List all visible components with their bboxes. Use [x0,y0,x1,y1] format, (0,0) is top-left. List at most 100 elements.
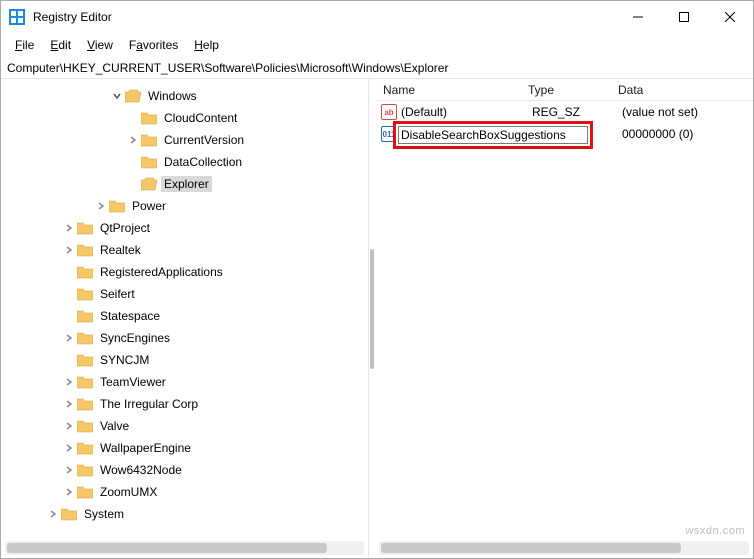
folder-icon [77,331,93,345]
tree-label: Valve [97,418,132,434]
folder-open-icon [125,89,141,103]
tree-label: ZoomUMX [97,484,160,500]
tree-label: SyncEngines [97,330,173,346]
maximize-button[interactable] [661,1,707,33]
tree-node-statespace[interactable]: Statespace [1,305,368,327]
menu-file[interactable]: File [9,36,40,54]
menu-favorites[interactable]: Favorites [123,36,184,54]
tree-node-syncengines[interactable]: SyncEngines [1,327,368,349]
string-value-icon: ab [381,104,397,120]
folder-icon [77,441,93,455]
tree-label: RegisteredApplications [97,264,226,280]
column-data[interactable]: Data [610,81,753,99]
values-hscrollbar[interactable] [379,541,749,555]
tree-label: Realtek [97,242,144,258]
chevron-right-icon[interactable] [61,334,77,342]
tree-label: CloudContent [161,110,240,126]
tree-node-windows[interactable]: Windows [1,85,368,107]
folder-icon [77,485,93,499]
tree-label: QtProject [97,220,153,236]
folder-icon [77,353,93,367]
folder-icon [77,397,93,411]
folder-icon [77,419,93,433]
value-row-default[interactable]: ab (Default) REG_SZ (value not set) [375,101,753,123]
tree-label: SYNCJM [97,352,152,368]
folder-icon [77,375,93,389]
chevron-right-icon[interactable] [61,378,77,386]
tree-hscrollbar[interactable] [5,541,364,555]
chevron-right-icon[interactable] [61,246,77,254]
tree-node-teamviewer[interactable]: TeamViewer [1,371,368,393]
value-rename-input[interactable] [398,126,588,144]
tree-node-wow64[interactable]: Wow6432Node [1,459,368,481]
values-pane: Name Type Data ab (Default) REG_SZ (valu… [375,79,753,557]
tree-label: Windows [145,88,200,104]
watermark: wsxdn.com [685,525,745,537]
cell-type: REG_SZ [532,105,622,119]
folder-icon [77,265,93,279]
tree-node-zoom[interactable]: ZoomUMX [1,481,368,503]
tree-label: Statespace [97,308,163,324]
regedit-icon [9,9,25,25]
tree-node-irregular[interactable]: The Irregular Corp [1,393,368,415]
folder-icon [109,199,125,213]
tree-label: Wow6432Node [97,462,185,478]
tree-node-regapps[interactable]: RegisteredApplications [1,261,368,283]
chevron-right-icon[interactable] [125,136,141,144]
chevron-right-icon[interactable] [61,444,77,452]
chevron-right-icon[interactable] [61,400,77,408]
chevron-right-icon[interactable] [45,510,61,518]
folder-icon [61,507,77,521]
tree-label: Power [129,198,169,214]
tree-node-wallpaper[interactable]: WallpaperEngine [1,437,368,459]
tree-node-datacollection[interactable]: DataCollection [1,151,368,173]
tree-label: DataCollection [161,154,245,170]
tree-label: Seifert [97,286,138,302]
tree-node-valve[interactable]: Valve [1,415,368,437]
tree-node-realtek[interactable]: Realtek [1,239,368,261]
tree-node-system[interactable]: System [1,503,368,525]
folder-icon [77,221,93,235]
tree-label: TeamViewer [97,374,169,390]
chevron-right-icon[interactable] [93,202,109,210]
folder-icon [141,111,157,125]
folder-icon [77,287,93,301]
chevron-right-icon[interactable] [61,224,77,232]
chevron-right-icon[interactable] [61,488,77,496]
chevron-right-icon[interactable] [61,466,77,474]
titlebar: Registry Editor [1,1,753,33]
cell-data: 00000000 (0) [622,127,753,141]
rename-highlight [393,121,593,149]
tree-label: WallpaperEngine [97,440,194,456]
cell-data: (value not set) [622,105,753,119]
folder-icon [77,309,93,323]
folder-icon [141,133,157,147]
tree-node-explorer[interactable]: Explorer [1,173,368,195]
chevron-right-icon[interactable] [61,422,77,430]
tree-label: CurrentVersion [161,132,247,148]
folder-icon [141,155,157,169]
tree-label: The Irregular Corp [97,396,201,412]
menu-view[interactable]: View [81,36,119,54]
column-name[interactable]: Name [375,81,520,99]
tree-node-currentversion[interactable]: CurrentVersion [1,129,368,151]
window-title: Registry Editor [33,10,615,24]
column-type[interactable]: Type [520,81,610,99]
menu-edit[interactable]: Edit [44,36,77,54]
address-bar[interactable]: Computer\HKEY_CURRENT_USER\Software\Poli… [1,57,753,79]
list-header: Name Type Data [375,79,753,101]
minimize-button[interactable] [615,1,661,33]
menu-help[interactable]: Help [188,36,225,54]
tree-node-qtproject[interactable]: QtProject [1,217,368,239]
tree-node-power[interactable]: Power [1,195,368,217]
close-button[interactable] [707,1,753,33]
tree-pane: Windows CloudContent CurrentVersion Data… [1,79,369,557]
value-row-editing[interactable]: 011 00000000 (0) [375,123,753,145]
tree-node-cloudcontent[interactable]: CloudContent [1,107,368,129]
cell-name: (Default) [401,105,532,119]
folder-open-icon [141,177,157,191]
folder-icon [77,243,93,257]
tree-node-syncjm[interactable]: SYNCJM [1,349,368,371]
chevron-down-icon[interactable] [109,92,125,100]
tree-node-seifert[interactable]: Seifert [1,283,368,305]
